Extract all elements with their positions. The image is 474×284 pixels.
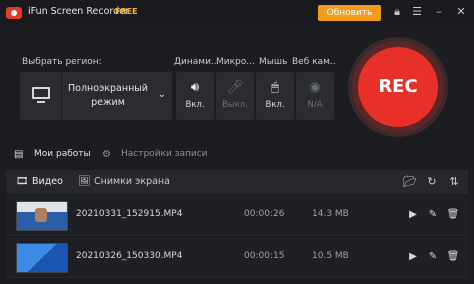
tab-screenshots-label: Снимки экрана — [94, 176, 170, 187]
file-size: 10.5 MB — [312, 251, 349, 261]
my-works-link[interactable]: Мои работы — [34, 149, 91, 159]
webcam-toggle[interactable]: ◉ N/A — [296, 72, 334, 120]
edit-icon[interactable]: ✎ — [426, 208, 440, 222]
trash-icon[interactable]: 🗑︎ — [446, 208, 460, 222]
list-item[interactable]: 20210326_150330.MP4 00:00:15 10.5 MB ▶ ✎… — [6, 238, 468, 278]
play-icon[interactable]: ▶ — [406, 208, 420, 222]
app-logo-icon — [6, 7, 22, 19]
tab-video-label: Видео — [32, 176, 63, 187]
duration: 00:00:15 — [244, 251, 285, 261]
folder-list-icon: ▤ — [14, 149, 24, 160]
minimize-icon[interactable]: – — [432, 4, 446, 20]
menu-icon[interactable]: ☰ — [410, 4, 424, 20]
film-icon: 🎞︎ — [16, 176, 29, 187]
microphone-icon: 🎤︎ — [226, 80, 244, 95]
speaker-icon: 🔊︎ — [190, 80, 200, 95]
region-mode-dropdown[interactable]: Полноэкранный режим ⌄ — [62, 72, 172, 120]
file-name: 20210331_152915.MP4 — [76, 209, 183, 219]
tab-video[interactable]: 🎞︎ Видео — [16, 170, 63, 194]
region-selector[interactable]: Полноэкранный режим ⌄ — [20, 72, 172, 120]
play-icon[interactable]: ▶ — [406, 250, 420, 264]
app-title: iFun Screen Recorder — [28, 6, 129, 17]
speaker-state: Вкл. — [185, 100, 205, 110]
edition-badge: FREE — [115, 7, 138, 16]
upgrade-button[interactable]: Обновить — [318, 5, 381, 21]
close-icon[interactable]: ✕ — [454, 4, 468, 20]
record-settings-link[interactable]: Настройки записи — [121, 149, 208, 159]
gear-icon: ⚙ — [102, 149, 111, 160]
mouse-icon: 🖱︎ — [271, 80, 279, 95]
media-tabs-bar: 🎞︎ Видео 🖼︎ Снимки экрана 📂︎ ↻ ⇅ — [6, 170, 468, 194]
trash-icon[interactable]: 🗑︎ — [446, 250, 460, 264]
file-name: 20210326_150330.MP4 — [76, 251, 183, 261]
file-size: 14.3 MB — [312, 209, 349, 219]
list-item[interactable]: 20210331_152915.MP4 00:00:26 14.3 MB ▶ ✎… — [6, 196, 468, 236]
chevron-down-icon: ⌄ — [157, 89, 166, 100]
title-bar: iFun Screen Recorder FREE Обновить 🔒︎ ☰ … — [0, 0, 474, 26]
duration: 00:00:26 — [244, 209, 285, 219]
mouse-state: Вкл. — [265, 100, 285, 110]
webcam-label: Веб кам... — [292, 57, 336, 67]
image-icon: 🖼︎ — [78, 176, 91, 187]
microphone-toggle[interactable]: 🎤︎ Выкл. — [216, 72, 254, 120]
video-thumbnail — [16, 201, 68, 231]
monitor-icon[interactable] — [20, 72, 62, 120]
webcam-state: N/A — [307, 100, 323, 110]
video-thumbnail — [16, 243, 68, 273]
tab-screenshots[interactable]: 🖼︎ Снимки экрана — [78, 170, 170, 194]
open-folder-icon[interactable]: 📂︎ — [402, 174, 418, 190]
speaker-toggle[interactable]: 🔊︎ Вкл. — [176, 72, 214, 120]
region-label: Выбрать регион: — [22, 57, 102, 67]
microphone-state: Выкл. — [222, 100, 248, 110]
mouse-toggle[interactable]: 🖱︎ Вкл. — [256, 72, 294, 120]
refresh-icon[interactable]: ↻ — [424, 174, 440, 190]
edit-icon[interactable]: ✎ — [426, 250, 440, 264]
rec-button[interactable]: REC — [358, 47, 438, 127]
speaker-label: Динами... — [174, 57, 218, 67]
mouse-label: Мышь — [259, 57, 288, 67]
webcam-icon: ◉ — [309, 80, 321, 95]
sort-icon[interactable]: ⇅ — [446, 174, 462, 190]
microphone-label: Микро... — [216, 57, 255, 67]
region-mode-value: Полноэкранный режим — [68, 83, 148, 108]
lock-icon[interactable]: 🔒︎ — [390, 4, 404, 20]
